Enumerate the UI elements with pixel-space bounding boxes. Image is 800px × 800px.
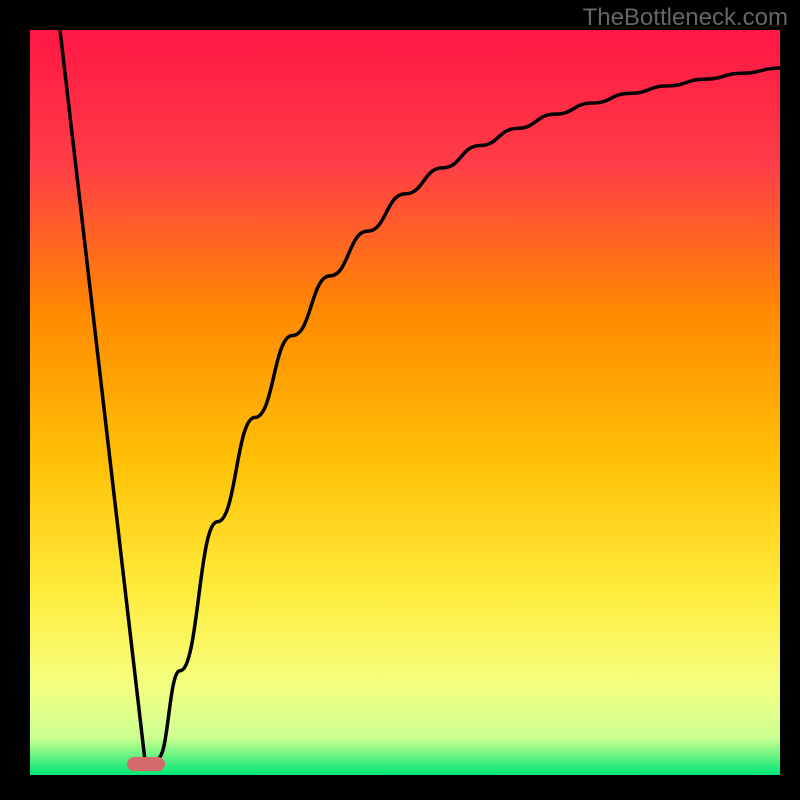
watermark-text: TheBottleneck.com: [583, 4, 788, 32]
optimal-point-marker: [127, 757, 165, 771]
gradient-background: [30, 30, 780, 775]
chart-svg: [30, 30, 780, 775]
chart-area: [30, 30, 780, 775]
